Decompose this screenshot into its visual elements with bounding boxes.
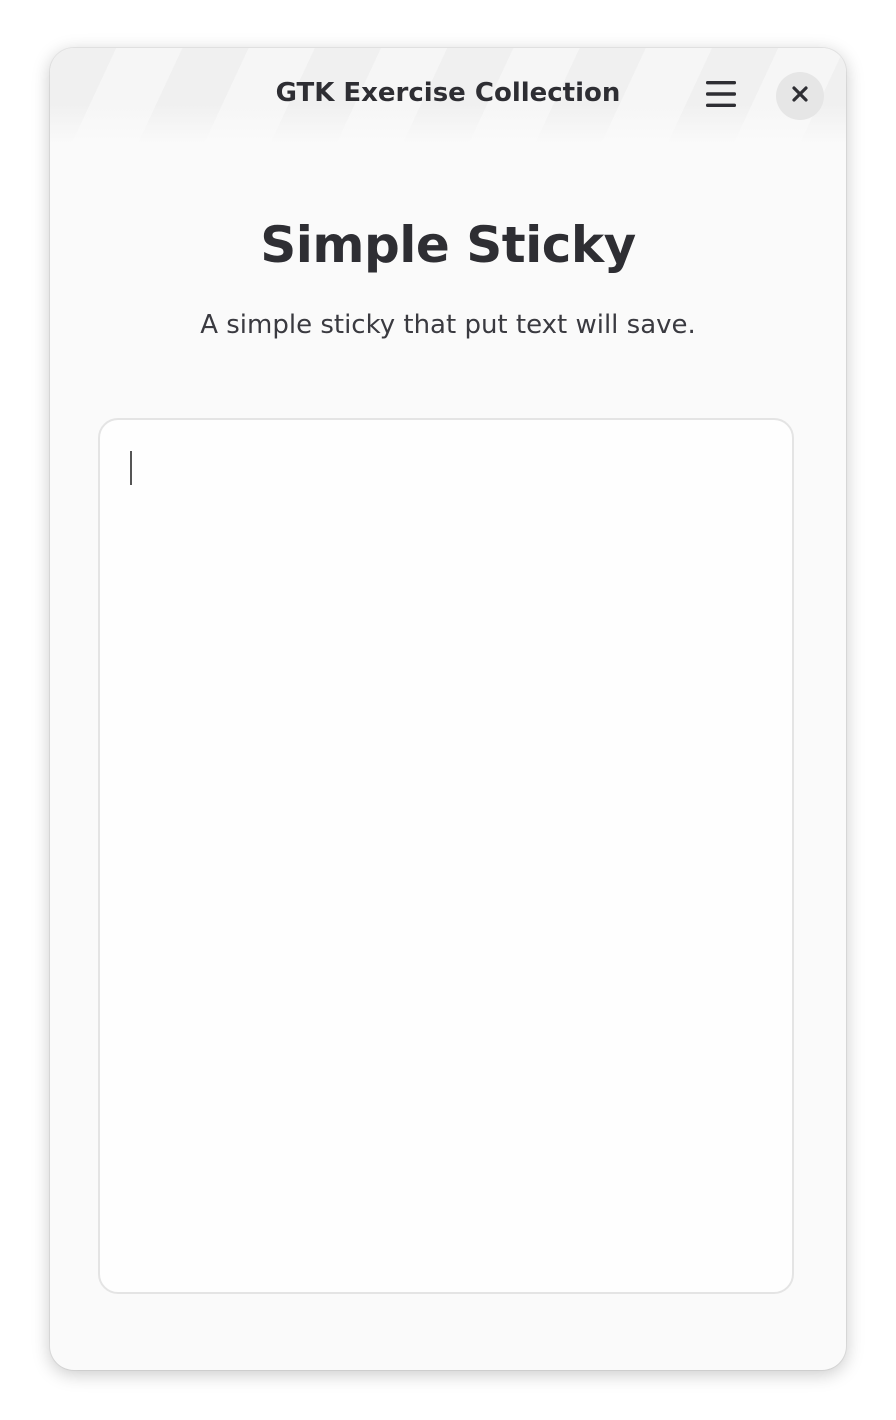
page-title: Simple Sticky xyxy=(260,216,636,274)
main-menu-button[interactable] xyxy=(695,72,747,120)
close-icon xyxy=(791,85,809,107)
sticky-text-area[interactable] xyxy=(98,418,794,1294)
text-cursor xyxy=(130,451,132,485)
page-subtitle: A simple sticky that put text will save. xyxy=(200,310,696,340)
close-button[interactable] xyxy=(776,72,824,120)
app-window: GTK Exercise Collection Simple Sticky A … xyxy=(50,48,846,1370)
hamburger-menu-icon xyxy=(706,81,736,111)
